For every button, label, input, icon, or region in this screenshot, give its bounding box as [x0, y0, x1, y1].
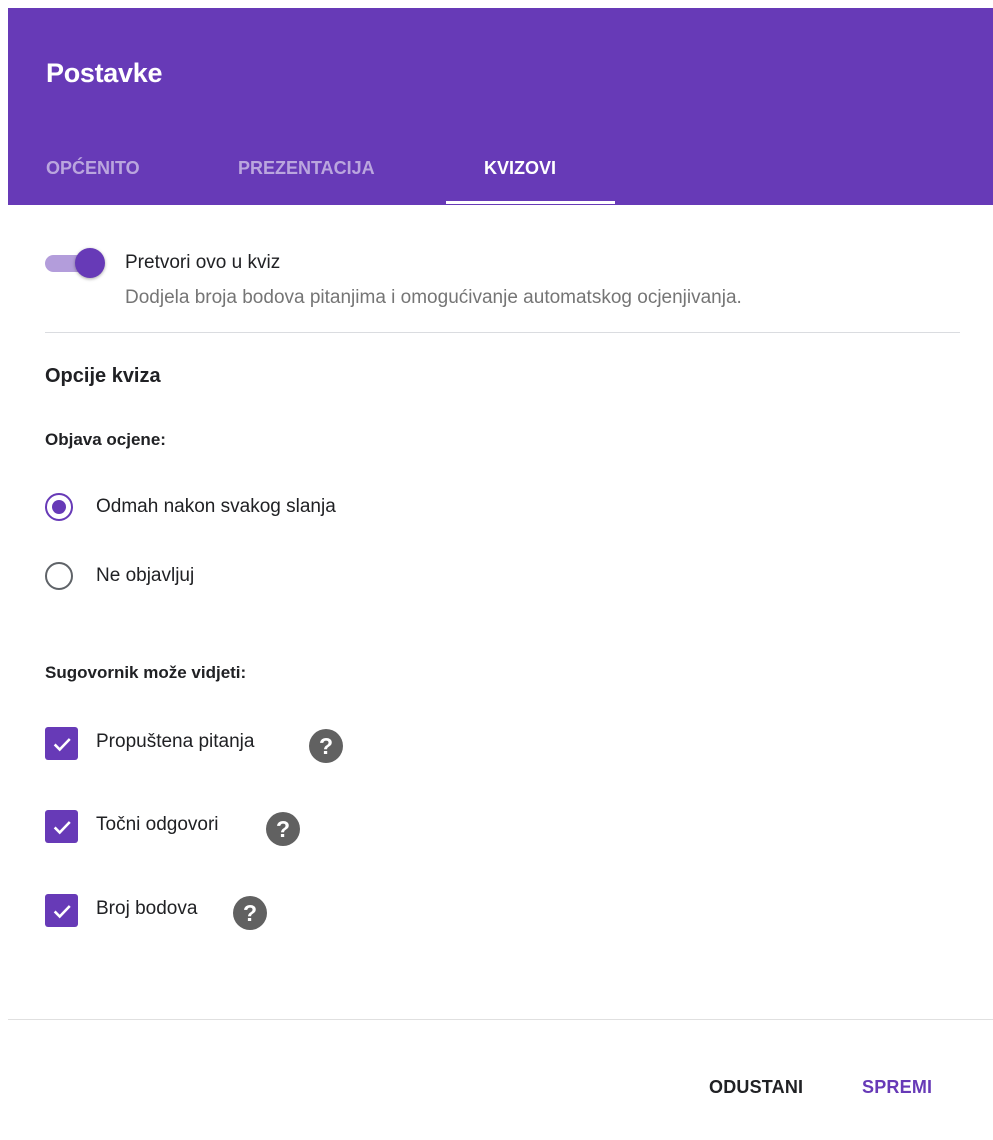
checkmark-icon: [53, 820, 71, 834]
grade-release-label: Objava ocjene:: [45, 430, 166, 449]
checkbox-label: Broj bodova: [96, 898, 198, 919]
radio-label: Ne objavljuj: [96, 565, 195, 586]
radio-button-unchecked[interactable]: [45, 562, 73, 590]
active-tab-indicator: [446, 201, 615, 204]
checkmark-icon: [53, 737, 71, 751]
section-divider: [45, 332, 960, 333]
save-button[interactable]: SPREMI: [862, 1077, 932, 1098]
toggle-thumb: [75, 248, 105, 278]
radio-label: Odmah nakon svakog slanja: [96, 496, 336, 517]
tab-quizzes[interactable]: KVIZOVI: [484, 158, 556, 179]
quiz-mode-toggle[interactable]: [45, 248, 109, 278]
checkbox-missed-questions[interactable]: [45, 727, 78, 760]
radio-dot: [52, 500, 66, 514]
footer-divider: [8, 1019, 993, 1020]
tab-general[interactable]: OPĆENITO: [46, 158, 140, 179]
radio-button-checked[interactable]: [45, 493, 73, 521]
help-icon[interactable]: ?: [266, 812, 300, 846]
checkbox-label: Propuštena pitanja: [96, 731, 255, 752]
dialog-title: Postavke: [46, 58, 163, 88]
help-icon[interactable]: ?: [233, 896, 267, 930]
cancel-button[interactable]: ODUSTANI: [709, 1077, 803, 1098]
help-icon[interactable]: ?: [309, 729, 343, 763]
quiz-toggle-description: Dodjela broja bodova pitanjima i omogući…: [125, 287, 742, 308]
quiz-toggle-label: Pretvori ovo u kviz: [125, 252, 281, 273]
dialog-header: Postavke OPĆENITO PREZENTACIJA KVIZOVI: [8, 8, 993, 205]
checkbox-correct-answers[interactable]: [45, 810, 78, 843]
tab-presentation[interactable]: PREZENTACIJA: [238, 158, 375, 179]
quiz-options-title: Opcije kviza: [45, 365, 161, 387]
checkbox-point-values[interactable]: [45, 894, 78, 927]
settings-dialog: Postavke OPĆENITO PREZENTACIJA KVIZOVI P…: [0, 0, 993, 1140]
checkmark-icon: [53, 904, 71, 918]
checkbox-label: Točni odgovori: [96, 814, 219, 835]
respondent-can-see-label: Sugovornik može vidjeti:: [45, 663, 247, 682]
